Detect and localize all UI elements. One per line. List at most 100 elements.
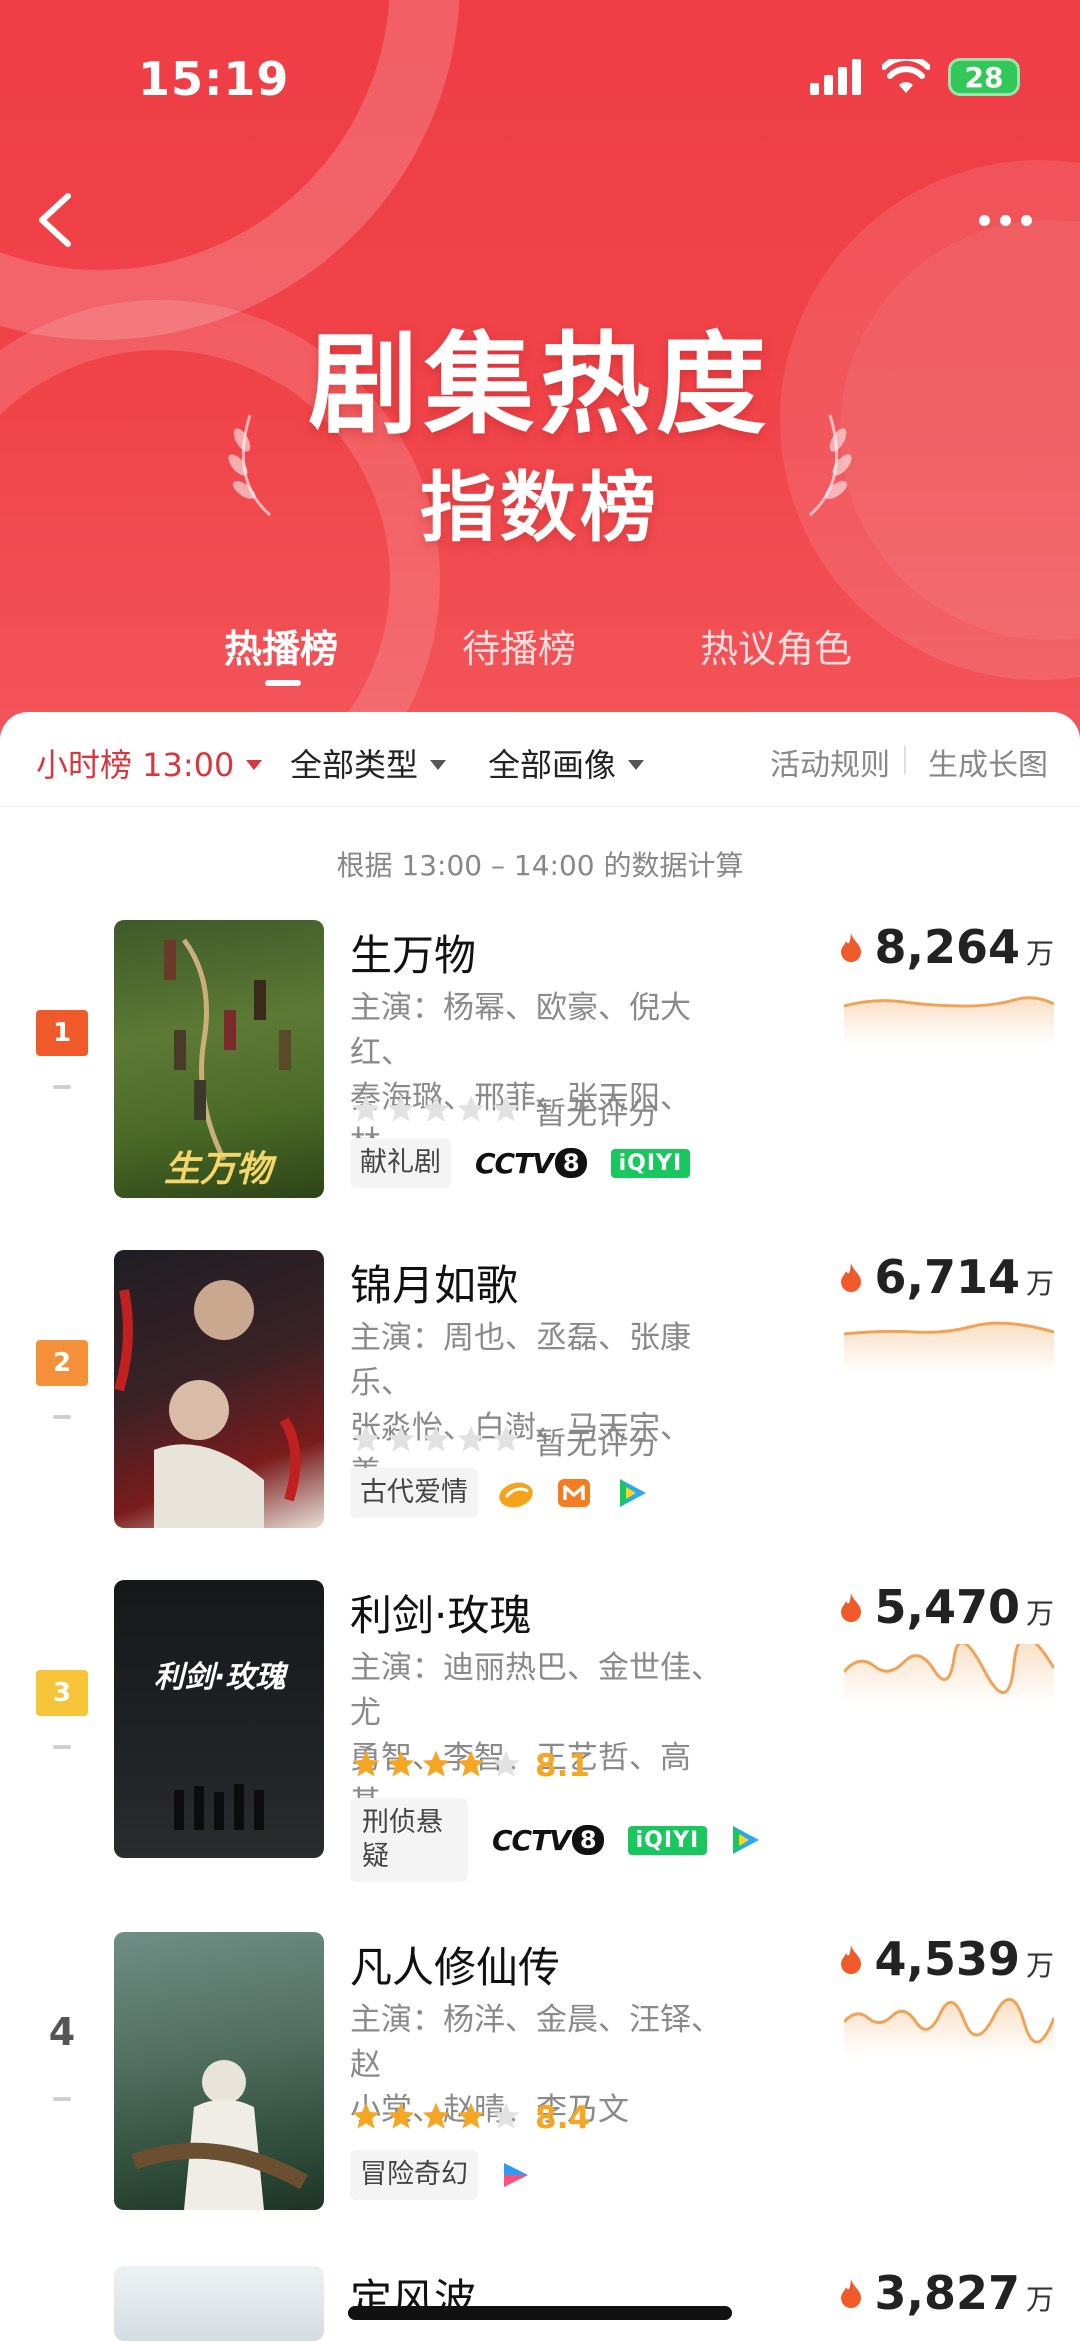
heat-unit: 万 (1025, 1597, 1054, 1630)
rating-score: 8.1 (535, 1748, 590, 1784)
star-icon (422, 1425, 450, 1452)
cast-line-1: 主演：杨洋、金晨、汪铎、赵 (350, 2002, 722, 2083)
rank-badge: 2 (36, 1340, 88, 1386)
banner-decoration (0, 0, 460, 340)
filter-bar: 小时榜 13:00 全部类型 全部画像 活动规则 生成长图 (0, 712, 1080, 807)
heat-value: 8,264 (874, 920, 1020, 974)
star-icon (387, 1750, 415, 1777)
poster-image[interactable] (114, 1250, 324, 1528)
tab-hot-playing[interactable]: 热播榜 (224, 618, 338, 673)
heat-trend-sparkline (844, 1321, 1054, 1374)
heat-index: 6,714 万 (824, 1250, 1054, 1374)
poster-image[interactable]: 利剑·玫瑰 (114, 1580, 324, 1858)
heat-index: 3,827 万 (824, 2266, 1054, 2320)
tencent-video-logo-icon (733, 1826, 760, 1854)
star-icon (457, 1095, 485, 1122)
header-banner: 15:19 28 剧集热度 指数榜 热播榜 待播榜 热议角色 (0, 0, 1080, 740)
star-icon (422, 1095, 450, 1122)
tag-row: 古代爱情 (350, 1468, 652, 1518)
rank-change-indicator (53, 1415, 71, 1419)
signal-icon (810, 59, 861, 95)
poster-art (114, 1280, 301, 1528)
heat-value: 4,539 (874, 1932, 1020, 1986)
heat-index: 8,264 万 (824, 920, 1054, 1044)
star-icon (422, 1750, 450, 1777)
show-title[interactable]: 凡人修仙传 (350, 1934, 560, 1995)
flame-icon (841, 1593, 862, 1622)
cctv8-logo-icon: CCTV 8 (486, 1823, 610, 1857)
page-title: 剧集热度 (308, 321, 772, 449)
chevron-down-icon (430, 760, 447, 770)
rating-label: 暂无评分 (535, 1426, 659, 1462)
rating: 8.1 (350, 1748, 590, 1784)
heat-value: 5,470 (874, 1580, 1020, 1634)
tab-upcoming[interactable]: 待播榜 (462, 618, 576, 673)
active-tab-indicator (265, 680, 301, 686)
cast-line-1: 主演：杨幂、欧豪、倪大红、 (350, 990, 691, 1071)
type-filter-dropdown[interactable]: 全部类型 (290, 740, 447, 786)
cctv-text: CCTV (492, 1823, 571, 1857)
heat-unit: 万 (1025, 937, 1054, 970)
battery-indicator: 28 (948, 58, 1020, 96)
tab-hot-characters[interactable]: 热议角色 (700, 618, 852, 673)
heat-unit: 万 (1025, 2283, 1054, 2316)
rank-tabs: 热播榜 待播榜 热议角色 (0, 618, 1080, 688)
heat-value: 3,827 (874, 2266, 1020, 2320)
tag-row: 刑侦悬疑 CCTV 8 iQIYI (350, 1798, 765, 1882)
rating: 暂无评分 (350, 1418, 659, 1463)
status-time: 15:19 (138, 52, 290, 106)
star-icon (387, 2102, 415, 2129)
star-rating (350, 2100, 525, 2136)
generate-long-image-link[interactable]: 生成长图 (928, 740, 1048, 784)
flame-icon (841, 1263, 862, 1292)
tag-row: 冒险奇幻 (350, 2150, 536, 2200)
rank-change-indicator (53, 1085, 71, 1089)
cctv-channel: 8 (554, 1148, 587, 1178)
cctv8-logo-icon: CCTV 8 (469, 1146, 593, 1180)
heat-index: 4,539 万 (824, 1932, 1054, 2056)
star-icon (492, 1425, 520, 1452)
cctv-text: CCTV (475, 1146, 554, 1180)
rating-label: 暂无评分 (535, 1096, 659, 1132)
image-filter-dropdown[interactable]: 全部画像 (488, 740, 645, 786)
rank-badge: 3 (36, 1670, 88, 1716)
activity-rules-link[interactable]: 活动规则 (770, 740, 890, 784)
back-icon[interactable] (30, 190, 80, 250)
calc-note: 根据 13:00 – 14:00 的数据计算 (336, 849, 744, 882)
rank-change-indicator (53, 1745, 71, 1749)
hour-filter-dropdown[interactable]: 小时榜 13:00 (36, 740, 263, 786)
divider (904, 746, 906, 774)
star-icon (492, 1095, 520, 1122)
poster-image[interactable] (114, 2266, 324, 2341)
star-rating (350, 1423, 525, 1459)
tag-row: 献礼剧 CCTV 8 iQIYI (350, 1138, 691, 1188)
rating: 暂无评分 (350, 1088, 659, 1133)
genre-tag: 献礼剧 (350, 1138, 451, 1188)
star-icon (352, 1095, 380, 1122)
star-icon (352, 1425, 380, 1452)
star-icon (387, 1425, 415, 1452)
star-icon (457, 1750, 485, 1777)
poster-title: 利剑·玫瑰 (154, 1660, 286, 1695)
star-icon (492, 1750, 520, 1777)
iqiyi-logo-icon: iQIYI (610, 1148, 691, 1178)
mgtv-logo-icon (558, 1479, 590, 1507)
star-icon (387, 1095, 415, 1122)
more-options-icon[interactable] (970, 205, 1040, 235)
star-icon (422, 2102, 450, 2129)
home-indicator[interactable] (348, 2306, 732, 2320)
show-title[interactable]: 利剑·玫瑰 (350, 1582, 531, 1643)
poster-image[interactable]: 生万物 (114, 920, 324, 1198)
show-title[interactable]: 锦月如歌 (350, 1252, 518, 1313)
tencent-video-logo-icon (620, 1479, 646, 1507)
flame-icon (841, 933, 862, 962)
genre-tag: 古代爱情 (350, 1468, 478, 1518)
poster-image[interactable] (114, 1932, 324, 2210)
heat-trend-sparkline (844, 1644, 1054, 1704)
star-icon (457, 2102, 485, 2129)
rating: 8.4 (350, 2100, 590, 2136)
flame-icon (841, 1945, 862, 1974)
show-title[interactable]: 生万物 (350, 922, 476, 983)
cctv-channel: 8 (571, 1825, 604, 1855)
heat-value: 6,714 (874, 1250, 1020, 1304)
